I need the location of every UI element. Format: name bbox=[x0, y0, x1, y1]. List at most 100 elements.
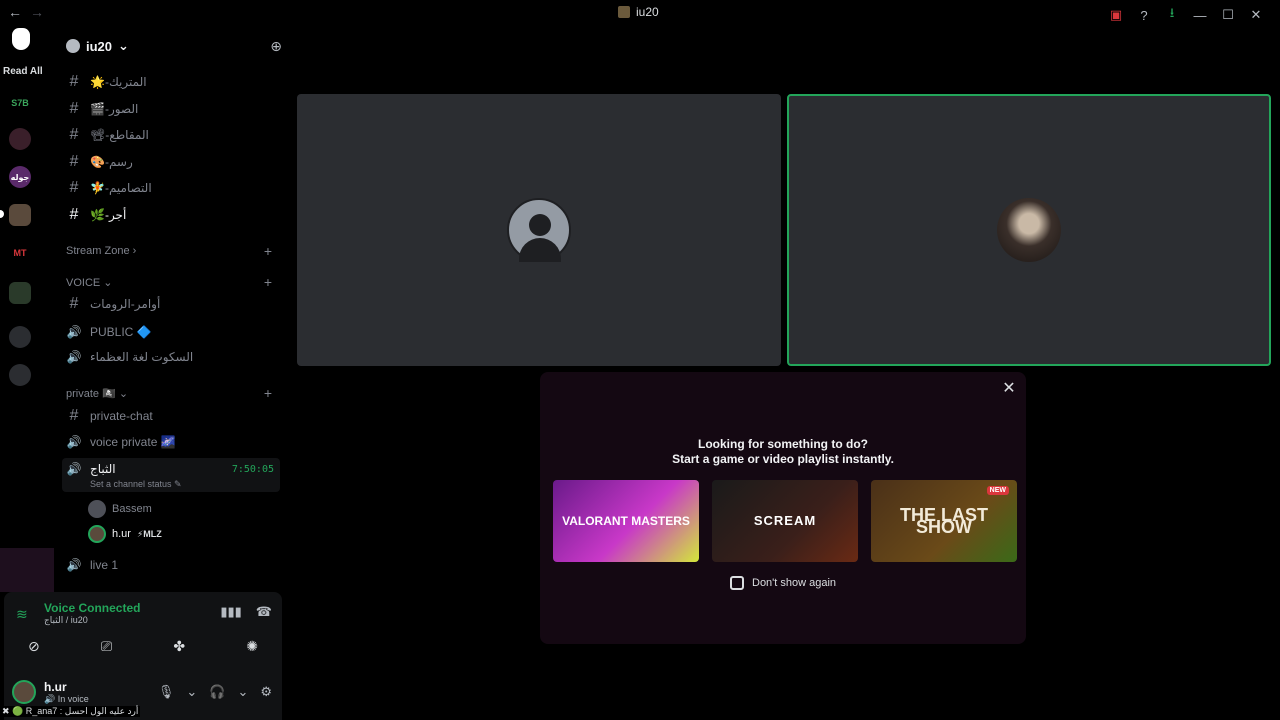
add-channel-icon[interactable]: + bbox=[264, 274, 272, 290]
speaker-icon: 🔊 bbox=[66, 350, 82, 364]
text-channel[interactable]: # أوامر-الرومات bbox=[62, 292, 280, 316]
forward-arrow-icon[interactable]: → bbox=[30, 4, 44, 20]
activity-suggestion-popup: ✕ Looking for something to do? Start a g… bbox=[540, 372, 1026, 644]
activities-icon[interactable]: ✤ bbox=[173, 638, 185, 655]
back-arrow-icon[interactable]: ← bbox=[8, 4, 22, 20]
signal-icon[interactable]: ≋ bbox=[16, 606, 28, 623]
category-private[interactable]: private 🏴‍☠️ ⌄ bbox=[66, 387, 128, 400]
channel-label: السكوت لغة العظماء bbox=[90, 350, 194, 364]
text-channel[interactable]: # private-chat bbox=[62, 404, 280, 428]
channel-label: voice private 🌌 bbox=[90, 435, 176, 449]
screen-share-icon[interactable]: ⎚ bbox=[101, 638, 112, 655]
card-label: THE LAST SHOW bbox=[900, 505, 988, 537]
user-status: 🔊 In voice bbox=[44, 694, 89, 704]
avatar bbox=[507, 198, 571, 262]
activity-card-scream[interactable]: SCREAM bbox=[712, 480, 858, 562]
server-folder[interactable] bbox=[9, 282, 31, 304]
server-mt[interactable]: MT bbox=[9, 242, 31, 264]
settings-gear-icon[interactable]: ⚙ bbox=[260, 684, 272, 700]
voice-channel[interactable]: 🔊 السكوت لغة العظماء bbox=[62, 345, 280, 369]
text-channel[interactable]: # 🌟-المتريك bbox=[62, 70, 280, 94]
direct-messages-icon[interactable] bbox=[12, 28, 30, 50]
channel-label: 🌿-أجر bbox=[90, 208, 127, 222]
participant-tile-speaking[interactable] bbox=[787, 94, 1271, 366]
voice-channel[interactable]: 🔊 voice private 🌌 bbox=[62, 430, 280, 454]
card-label: VALORANT MASTERS bbox=[562, 514, 690, 528]
server-settings-icon bbox=[66, 39, 80, 53]
text-channel[interactable]: # 🎨-رسم bbox=[62, 150, 280, 174]
close-icon[interactable]: ✕ bbox=[1000, 378, 1018, 397]
voice-channel[interactable]: 🔊 PUBLIC 🔷 bbox=[62, 320, 280, 344]
text-channel[interactable]: # 📽-المقاطع bbox=[62, 123, 280, 147]
microphone-icon[interactable]: 🎙 bbox=[158, 684, 175, 700]
add-channel-icon[interactable]: + bbox=[264, 243, 272, 259]
camera-off-icon[interactable]: ⊘ bbox=[28, 638, 40, 655]
hash-icon: # bbox=[69, 295, 79, 312]
voice-connected-subtitle[interactable]: الثباج / iu20 bbox=[44, 615, 88, 626]
hash-icon: # bbox=[69, 206, 79, 223]
speaker-icon: 🔊 bbox=[66, 462, 82, 476]
voice-channel[interactable]: 🔊 live 1 bbox=[62, 553, 280, 577]
headphones-icon[interactable]: 🎧 bbox=[209, 684, 225, 700]
voice-connected-title[interactable]: Voice Connected bbox=[44, 601, 140, 615]
inbox-icon[interactable]: ▣ bbox=[1102, 7, 1130, 23]
participant-tile[interactable] bbox=[297, 94, 781, 366]
channel-label: 🌟-المتريك bbox=[90, 75, 147, 89]
text-channel-unread[interactable]: # 🌿-أجر bbox=[62, 203, 280, 227]
help-icon[interactable]: ? bbox=[1130, 8, 1158, 23]
noise-suppression-icon[interactable]: ▮▮▮ bbox=[220, 604, 241, 620]
category-voice[interactable]: VOICE ⌄ bbox=[66, 276, 113, 289]
hash-icon: # bbox=[69, 153, 79, 170]
dont-show-label: Don't show again bbox=[752, 577, 837, 589]
channel-label: PUBLIC 🔷 bbox=[90, 325, 152, 339]
voice-user[interactable]: h.ur ⚡MLZ bbox=[88, 525, 162, 543]
soundboard-icon[interactable]: ✺ bbox=[246, 638, 258, 655]
avatar[interactable] bbox=[12, 680, 36, 704]
server-icon[interactable] bbox=[9, 128, 31, 150]
channel-label: 📽-المقاطع bbox=[90, 128, 149, 142]
message-ticker: ✖ 🟢 R_ana7 : أرد عليه الول احسل bbox=[0, 706, 141, 717]
server-icon bbox=[618, 6, 630, 18]
voice-actions: ⊘ ⎚ ✤ ✺ bbox=[28, 638, 258, 655]
minimize-icon[interactable]: — bbox=[1186, 8, 1214, 23]
channel-label: live 1 bbox=[90, 558, 119, 572]
add-server-icon[interactable] bbox=[9, 326, 31, 348]
add-channel-icon[interactable]: + bbox=[264, 385, 272, 401]
add-member-icon[interactable]: ⊕ bbox=[270, 38, 282, 55]
speaker-icon: 🔊 bbox=[66, 435, 82, 449]
channel-label: 🎬-الصور bbox=[90, 102, 139, 116]
server-iu20-active[interactable] bbox=[9, 204, 31, 226]
activity-cards: VALORANT MASTERS SCREAM NEW THE LAST SHO… bbox=[553, 480, 1017, 562]
hash-icon: # bbox=[69, 407, 79, 424]
activity-card-last-show[interactable]: NEW THE LAST SHOW bbox=[871, 480, 1017, 562]
avatar bbox=[88, 500, 106, 518]
chevron-down-icon[interactable]: ⌄ bbox=[186, 684, 197, 700]
checkbox[interactable] bbox=[730, 576, 744, 590]
download-icon[interactable]: ⭳ bbox=[1158, 4, 1186, 26]
popup-title-line2: Start a game or video playlist instantly… bbox=[672, 452, 894, 466]
discover-icon[interactable] bbox=[9, 364, 31, 386]
server-jawla[interactable]: جوله bbox=[9, 166, 31, 188]
category-stream-zone[interactable]: Stream Zone › bbox=[66, 245, 136, 257]
channel-label: 🎨-رسم bbox=[90, 155, 133, 169]
text-channel[interactable]: # 🧚-التصاميم bbox=[62, 176, 280, 200]
window-title: iu20 bbox=[618, 5, 659, 19]
popup-title-line1: Looking for something to do? bbox=[698, 437, 868, 451]
close-icon[interactable]: ✕ bbox=[1242, 7, 1270, 23]
activity-card-valorant[interactable]: VALORANT MASTERS bbox=[553, 480, 699, 562]
server-s7b[interactable]: S7B bbox=[9, 92, 31, 114]
hash-icon: # bbox=[69, 73, 79, 90]
read-all-button[interactable]: Read All bbox=[3, 66, 43, 77]
channel-status[interactable]: Set a channel status ✎ bbox=[90, 479, 182, 490]
text-channel[interactable]: # 🎬-الصور bbox=[62, 97, 280, 121]
voice-buttons: ▮▮▮ ☎ bbox=[220, 604, 272, 620]
chevron-down-icon[interactable]: ⌄ bbox=[237, 684, 248, 700]
user-name[interactable]: h.ur bbox=[44, 680, 67, 694]
voice-user[interactable]: Bassem bbox=[88, 500, 152, 518]
dont-show-again[interactable]: Don't show again bbox=[730, 576, 836, 590]
voice-timer: 7:50:05 bbox=[231, 464, 274, 475]
disconnect-icon[interactable]: ☎ bbox=[256, 604, 272, 620]
server-header[interactable]: iu20 ⌄ bbox=[66, 38, 129, 54]
maximize-icon[interactable]: ☐ bbox=[1214, 7, 1242, 23]
voice-channel-connected[interactable]: 🔊 الثباج 7:50:05 Set a channel status ✎ bbox=[62, 458, 280, 492]
